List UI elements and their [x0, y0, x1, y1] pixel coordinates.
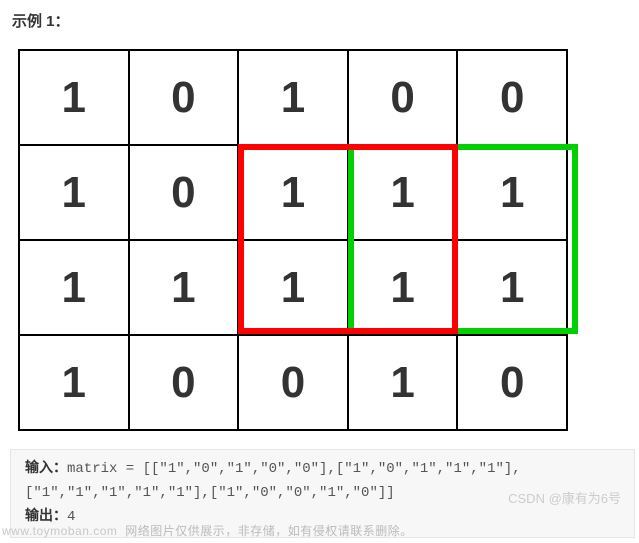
input-text-1: matrix = [["1","0","1","0","0"],["1","0"…	[67, 461, 521, 477]
matrix-cell: 1	[19, 145, 129, 240]
matrix-grid: 1 0 1 0 0 1 0 1 1 1 1 1 1 1 1 1 0 0 1 0	[18, 49, 568, 431]
watermark-csdn: CSDN @康有为6号	[508, 488, 621, 507]
matrix-cell: 1	[457, 240, 567, 335]
matrix-cell: 1	[129, 240, 239, 335]
matrix-cell: 1	[238, 50, 348, 145]
matrix-cell: 0	[129, 335, 239, 430]
matrix-cell: 1	[19, 335, 129, 430]
matrix-cell: 0	[238, 335, 348, 430]
input-label: 输入：	[25, 461, 67, 477]
matrix-cell: 1	[348, 335, 458, 430]
table-row: 1 1 1 1 1	[19, 240, 567, 335]
watermark-site: www.toymoban.com 网络图片仅供展示，非存储，如有侵权请联系删除。	[2, 522, 413, 539]
matrix-cell: 0	[457, 335, 567, 430]
table-row: 1 0 0 1 0	[19, 335, 567, 430]
matrix-cell: 1	[348, 145, 458, 240]
matrix-cell: 0	[348, 50, 458, 145]
matrix-cell: 0	[129, 145, 239, 240]
watermark-site-url: www.toymoban.com	[2, 524, 117, 538]
input-line-1: 输入：matrix = [["1","0","1","0","0"],["1",…	[25, 458, 620, 482]
matrix-cell: 1	[348, 240, 458, 335]
matrix-cell: 1	[238, 145, 348, 240]
example-title: 示例 1：	[12, 10, 639, 31]
matrix-figure: 1 0 1 0 0 1 0 1 1 1 1 1 1 1 1 1 0 0 1 0	[18, 49, 568, 429]
matrix-cell: 1	[19, 50, 129, 145]
matrix-cell: 1	[238, 240, 348, 335]
watermark-site-note: 网络图片仅供展示，非存储，如有侵权请联系删除。	[125, 524, 413, 538]
matrix-cell: 0	[457, 50, 567, 145]
matrix-cell: 1	[457, 145, 567, 240]
table-row: 1 0 1 0 0	[19, 50, 567, 145]
matrix-cell: 0	[129, 50, 239, 145]
table-row: 1 0 1 1 1	[19, 145, 567, 240]
matrix-cell: 1	[19, 240, 129, 335]
